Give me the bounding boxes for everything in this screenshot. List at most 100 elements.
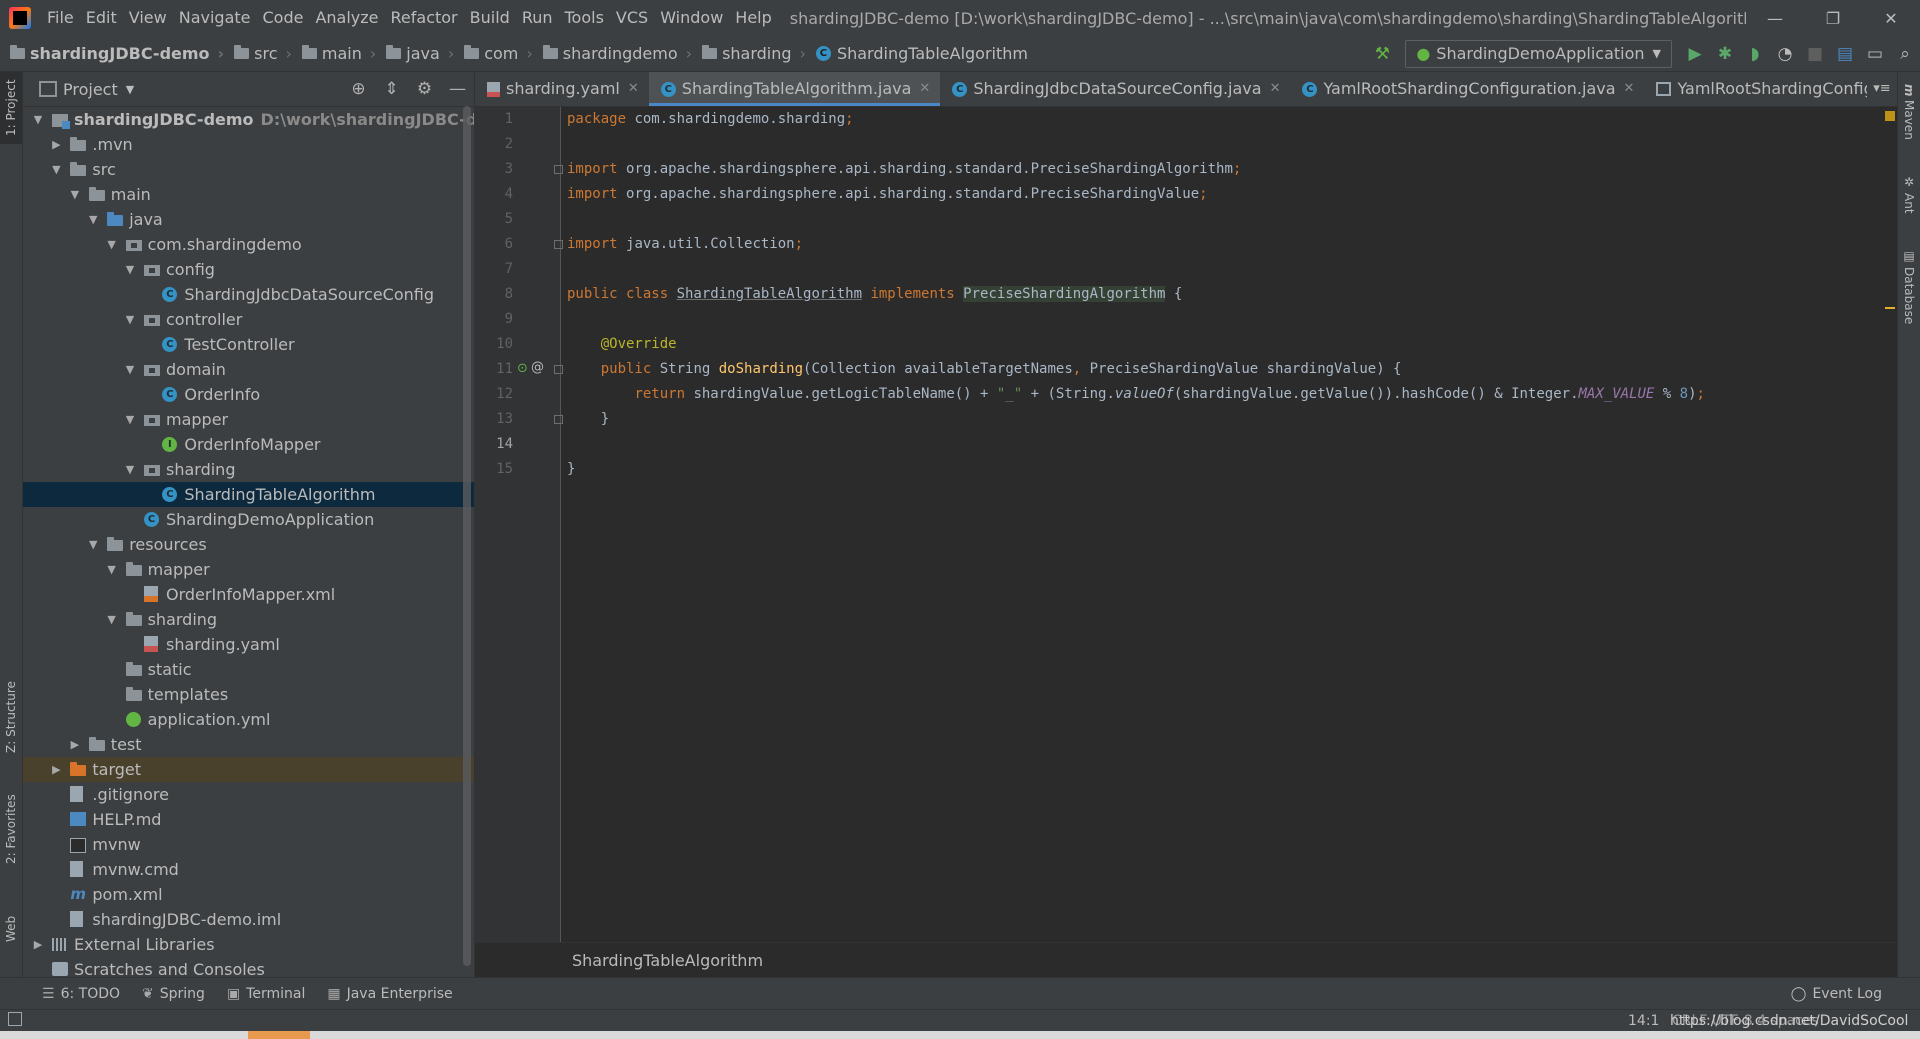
menu-help[interactable]: Help	[729, 0, 777, 36]
code-line[interactable]	[561, 257, 1889, 282]
menu-build[interactable]: Build	[464, 0, 516, 36]
tool-tab-favorites[interactable]: 2: Favorites	[0, 784, 22, 874]
menu-navigate[interactable]: Navigate	[173, 0, 257, 36]
tree-item[interactable]: ▼ config	[23, 257, 474, 282]
build-hammer-icon[interactable]: ⚒	[1367, 39, 1397, 69]
code-line[interactable]: import org.apache.shardingsphere.api.sha…	[561, 157, 1889, 182]
code-line[interactable]	[561, 207, 1889, 232]
tree-item[interactable]: mvnw	[23, 832, 474, 857]
restore-icon[interactable]: ❐	[1804, 0, 1862, 36]
editor-tab[interactable]: C ShardingJdbcDataSourceConfig.java ✕	[940, 72, 1290, 106]
tool-tab-structure[interactable]: Z: Structure	[0, 672, 22, 762]
tree-item[interactable]: ▼ java	[23, 207, 474, 232]
code-line[interactable]: @Override	[561, 332, 1889, 357]
tree-item[interactable]: application.yml	[23, 707, 474, 732]
caret-position[interactable]: 14:1	[1628, 1010, 1659, 1032]
tool-tab-maven[interactable]: m Maven	[1898, 72, 1920, 152]
line-number[interactable]: 4	[475, 182, 513, 207]
collapse-all-icon[interactable]: ⇕	[375, 79, 408, 99]
breadcrumb-item[interactable]: main ›	[292, 44, 376, 63]
line-number[interactable]: 15	[475, 457, 513, 482]
project-scrollbar[interactable]	[463, 106, 471, 966]
line-number[interactable]: 14	[475, 432, 513, 457]
tool-tab-web[interactable]: Web	[0, 904, 22, 954]
tree-item[interactable]: ▼ mapper	[23, 407, 474, 432]
tree-item[interactable]: m pom.xml	[23, 882, 474, 907]
collapse-arrow-icon[interactable]: ▶	[49, 132, 63, 157]
tree-item[interactable]: templates	[23, 682, 474, 707]
expand-arrow-icon[interactable]: ▼	[86, 207, 100, 232]
collapse-arrow-icon[interactable]: ▶	[31, 932, 45, 957]
hide-panel-icon[interactable]: —	[441, 79, 474, 99]
toggle-tool-windows-icon[interactable]	[8, 1012, 22, 1026]
close-tab-icon[interactable]: ✕	[1270, 72, 1281, 106]
tree-item[interactable]: mvnw.cmd	[23, 857, 474, 882]
collapse-arrow-icon[interactable]: ▶	[49, 757, 63, 782]
minimize-icon[interactable]: —	[1746, 0, 1804, 36]
tree-item[interactable]: ▼ main	[23, 182, 474, 207]
expand-arrow-icon[interactable]: ▼	[31, 107, 45, 132]
project-panel-title[interactable]: Project	[63, 80, 118, 99]
menu-analyze[interactable]: Analyze	[309, 0, 384, 36]
tool-tab-database[interactable]: ▤ Database	[1898, 237, 1920, 337]
collapse-arrow-icon[interactable]: ▶	[68, 732, 82, 757]
implements-method-icon[interactable]: ⊙	[517, 361, 528, 376]
breadcrumb-item[interactable]: com ›	[454, 44, 533, 63]
debug-icon[interactable]: ✱	[1710, 39, 1740, 69]
breadcrumb-item[interactable]: src ›	[224, 44, 292, 63]
expand-arrow-icon[interactable]: ▼	[123, 457, 137, 482]
tabs-overflow-icon[interactable]: ▾≡	[1867, 72, 1897, 106]
tree-item[interactable]: OrderInfo	[23, 382, 474, 407]
menu-code[interactable]: Code	[257, 0, 310, 36]
expand-arrow-icon[interactable]: ▼	[105, 607, 119, 632]
line-number[interactable]: 13	[475, 407, 513, 432]
line-number[interactable]: 9	[475, 307, 513, 332]
tree-item[interactable]: OrderInfoMapper	[23, 432, 474, 457]
tool-tab-project[interactable]: 1: Project	[0, 72, 22, 144]
code-line[interactable]: public String doSharding(Collection avai…	[561, 357, 1889, 382]
tree-item[interactable]: ▼ com.shardingdemo	[23, 232, 474, 257]
tree-item[interactable]: ▼ controller	[23, 307, 474, 332]
line-number[interactable]: 6	[475, 232, 513, 257]
tree-item[interactable]: OrderInfoMapper.xml	[23, 582, 474, 607]
editor-tab[interactable]: sharding.yaml ✕	[475, 72, 649, 106]
tree-item[interactable]: ▼ resources	[23, 532, 474, 557]
menu-file[interactable]: File	[41, 0, 80, 36]
expand-arrow-icon[interactable]: ▼	[86, 532, 100, 557]
bottom-tool-spring[interactable]: ❦ Spring	[134, 986, 219, 1002]
close-tab-icon[interactable]: ✕	[1624, 72, 1635, 106]
menu-window[interactable]: Window	[654, 0, 729, 36]
search-icon[interactable]: ⌕	[1890, 39, 1920, 69]
tree-item[interactable]: ▼ src	[23, 157, 474, 182]
tree-item[interactable]: ▼ shardingJDBC-demo D:\work\shardingJDBC-d…	[23, 107, 474, 132]
menu-view[interactable]: View	[123, 0, 173, 36]
line-number[interactable]: 11	[475, 357, 513, 382]
code-line[interactable]: return shardingValue.getLogicTableName()…	[561, 382, 1889, 407]
tree-item[interactable]: ▶ External Libraries	[23, 932, 474, 957]
expand-arrow-icon[interactable]: ▼	[123, 307, 137, 332]
menu-refactor[interactable]: Refactor	[385, 0, 464, 36]
expand-arrow-icon[interactable]: ▼	[68, 182, 82, 207]
menu-run[interactable]: Run	[516, 0, 559, 36]
editor-tab[interactable]: YamlRootShardingConfiguratic✕	[1644, 72, 1897, 106]
tree-item[interactable]: ▶ target	[23, 757, 474, 782]
line-number[interactable]: 2	[475, 132, 513, 157]
tree-item[interactable]: ▶ .mvn	[23, 132, 474, 157]
bottom-tool-terminal[interactable]: ▣ Terminal	[219, 986, 319, 1002]
expand-arrow-icon[interactable]: ▼	[105, 232, 119, 257]
tree-item[interactable]: static	[23, 657, 474, 682]
gear-icon[interactable]: ⚙	[408, 79, 441, 99]
expand-arrow-icon[interactable]: ▼	[49, 157, 63, 182]
tool-tab-ant[interactable]: ✲ Ant	[1898, 164, 1920, 224]
close-tab-icon[interactable]: ✕	[628, 72, 639, 106]
code-line[interactable]: package com.shardingdemo.sharding;	[561, 107, 1889, 132]
line-number[interactable]: 12	[475, 382, 513, 407]
expand-arrow-icon[interactable]: ▼	[105, 557, 119, 582]
bottom-tool-6-todo[interactable]: ☰ 6: TODO	[34, 986, 134, 1002]
menu-tools[interactable]: Tools	[559, 0, 610, 36]
line-number[interactable]: 10	[475, 332, 513, 357]
close-tab-icon[interactable]: ✕	[919, 72, 930, 106]
tree-item[interactable]: ▶ test	[23, 732, 474, 757]
editor-tab[interactable]: C YamlRootShardingConfiguration.java ✕	[1290, 72, 1644, 106]
editor-breadcrumb-class[interactable]: ShardingTableAlgorithm	[572, 951, 763, 970]
